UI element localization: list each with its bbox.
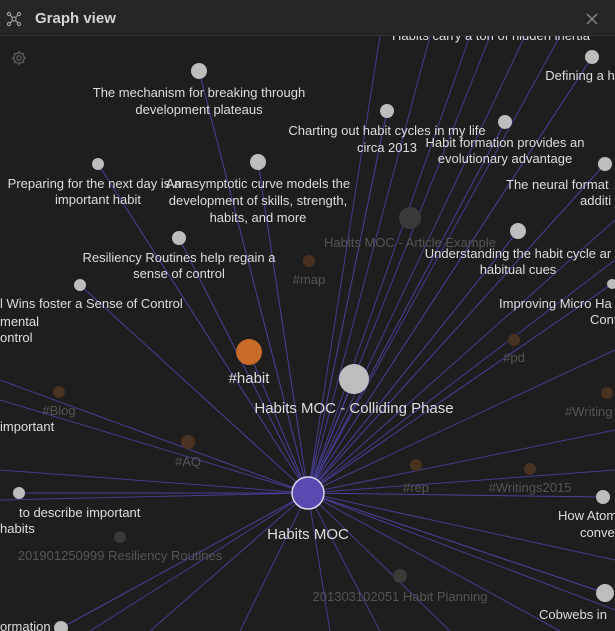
graph-node[interactable] (74, 279, 86, 291)
graph-node[interactable] (601, 387, 613, 399)
graph-node[interactable] (54, 621, 68, 631)
graph-node[interactable] (399, 207, 421, 229)
graph-edge (239, 492, 309, 631)
graph-view-window: Graph view Habits carry a ton of hidden … (0, 0, 615, 631)
node-label: #rep (403, 480, 429, 495)
node-label: Resiliency Routines help regain a (83, 250, 277, 265)
node-label: mental (0, 314, 39, 329)
node-label: #habit (229, 370, 271, 387)
node-label: #Blog (42, 403, 75, 418)
graph-node[interactable] (510, 223, 526, 239)
focus-node[interactable] (291, 476, 325, 510)
graph-node[interactable] (172, 231, 186, 245)
node-label: Understanding the habit cycle ar (425, 246, 612, 261)
graph-edge (307, 492, 561, 631)
graph-node[interactable] (524, 463, 536, 475)
graph-edge (307, 492, 615, 561)
node-label: Cobwebs in (539, 607, 607, 622)
graph-node[interactable] (250, 154, 266, 170)
graph-node[interactable] (380, 104, 394, 118)
graph-node[interactable] (598, 157, 612, 171)
graph-node[interactable] (393, 569, 407, 583)
node-label: development plateaus (135, 102, 263, 117)
graph-edge (307, 492, 451, 631)
node-label: The mechanism for breaking through (93, 85, 305, 100)
node-label: 201303102051 Habit Planning (313, 589, 488, 604)
graph-edge (0, 469, 309, 494)
graph-node[interactable] (92, 158, 104, 170)
node-label: circa 2013 (357, 140, 417, 155)
node-label: How Atom (558, 508, 615, 523)
node-label: #AQ (175, 454, 201, 469)
node-label: ormation (0, 619, 51, 631)
graph-node[interactable] (607, 279, 615, 289)
node-label: Habits carry a ton of hidden inertia (392, 36, 591, 43)
node-label: #Writings2015 (489, 480, 572, 495)
node-label: additi (580, 193, 611, 208)
node-label: Improving Micro Ha (499, 296, 612, 311)
node-label: sense of control (133, 266, 225, 281)
node-label: #pd (503, 350, 525, 365)
node-label: l Wins foster a Sense of Control (0, 296, 183, 311)
graph-edge (307, 110, 388, 494)
graph-node[interactable] (303, 255, 315, 267)
node-label: to describe important (19, 505, 141, 520)
graph-node[interactable] (53, 386, 65, 398)
node-label: habits (0, 521, 35, 536)
graph-node[interactable] (410, 459, 422, 471)
graph-node[interactable] (191, 63, 207, 79)
close-icon[interactable] (585, 12, 599, 26)
graph-node[interactable] (508, 334, 520, 346)
graph-node[interactable] (181, 435, 195, 449)
graph-node[interactable] (114, 531, 126, 543)
gear-icon[interactable] (11, 50, 27, 66)
window-title: Graph view (35, 10, 116, 27)
node-label: #Writing (565, 404, 612, 419)
node-label: development of skills, strength, (169, 193, 347, 208)
node-label: Cont (590, 312, 615, 327)
node-label: habitual cues (480, 262, 557, 277)
node-label: ontrol (0, 330, 33, 345)
node-label: Habit formation provides an (426, 135, 585, 150)
graph-node[interactable] (13, 487, 25, 499)
graph-node[interactable] (596, 584, 614, 602)
node-label: Preparing for the next day is an (8, 176, 189, 191)
graph-icon (6, 11, 22, 27)
graph-canvas[interactable]: Habits carry a ton of hidden inertia Defi… (0, 36, 615, 631)
graph-node[interactable] (596, 490, 610, 504)
graph-edge (0, 492, 309, 501)
node-label: An asymptotic curve models the (166, 176, 350, 191)
graph-node[interactable] (339, 364, 369, 394)
graph-node[interactable] (236, 339, 262, 365)
graph-labels: Habits carry a ton of hidden inertia Defi… (0, 36, 615, 631)
graph-edge (0, 379, 309, 494)
node-label: habits, and more (210, 210, 307, 225)
title-bar: Graph view (0, 0, 615, 36)
node-label: important habit (55, 192, 141, 207)
node-label: The neural format (506, 177, 609, 192)
focus-node-label: Habits MOC (267, 526, 349, 543)
node-label: 201901250999 Resiliency Routines (18, 548, 223, 563)
node-label: #map (293, 272, 326, 287)
node-label: Defining a h (545, 68, 614, 83)
node-label: Habits MOC - Colliding Phase (254, 400, 453, 417)
node-label: evolutionary advantage (438, 151, 572, 166)
graph-node[interactable] (498, 115, 512, 129)
node-label: conve (580, 525, 615, 540)
node-label: important (0, 419, 55, 434)
graph-node[interactable] (585, 50, 599, 64)
